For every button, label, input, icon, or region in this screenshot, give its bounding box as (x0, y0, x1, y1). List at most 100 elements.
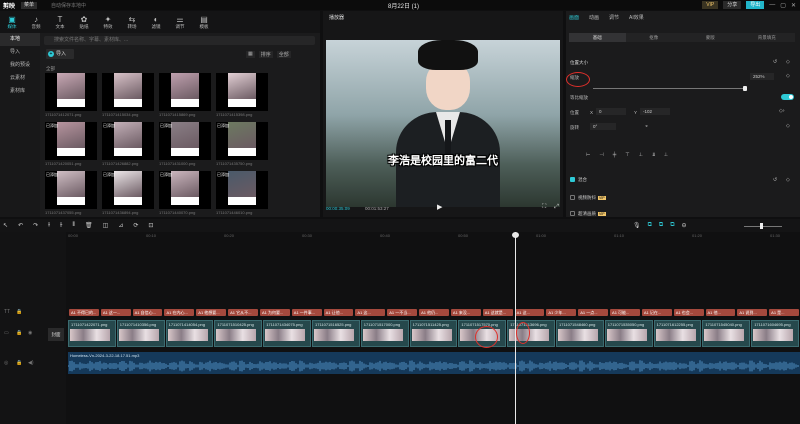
split-icon[interactable]: ⫲ (48, 222, 50, 229)
media-thumbnail[interactable]: 已添加 (216, 171, 268, 209)
redo-icon[interactable]: ↷ (33, 222, 38, 229)
subtab-cutout[interactable]: 抠像 (625, 33, 682, 42)
tool-7[interactable]: ⚌ 调节 (168, 11, 192, 33)
align-hcenter-icon[interactable]: ⊥ (664, 152, 668, 158)
rotate-dial-icon[interactable]: ◒ (645, 123, 648, 129)
scale-value[interactable]: 252% (750, 73, 774, 80)
mix-checkbox[interactable] (570, 177, 575, 183)
export-button[interactable]: 导出 (746, 1, 765, 9)
crop-tool-icon[interactable]: ⊡ (148, 222, 153, 229)
play-icon[interactable]: ▶ (437, 203, 442, 211)
tool-5[interactable]: ⇆ 转场 (120, 11, 144, 33)
media-thumbnail[interactable] (216, 73, 268, 111)
text-clip[interactable]: A1 说到... (737, 309, 768, 316)
vip-badge[interactable]: VIP (702, 1, 719, 9)
subtab-basic[interactable]: 基础 (569, 33, 626, 42)
tab-adjust[interactable]: 调节 (609, 11, 619, 25)
filter-button[interactable]: 全部 (276, 51, 291, 58)
superres-section[interactable]: 超清画质 VIP (570, 211, 606, 217)
text-clip[interactable]: A1 来没... (450, 309, 481, 316)
text-clip[interactable]: A1 这一... (100, 309, 131, 316)
mix-reset-icon[interactable]: ↺ (773, 177, 777, 183)
media-thumbnail[interactable]: 已添加 (216, 122, 268, 160)
superres-checkbox[interactable] (570, 211, 575, 217)
position-arrows-icon[interactable]: ◇› (779, 108, 785, 114)
scale-slider-handle[interactable] (743, 86, 747, 91)
sidebar-item[interactable]: 本地 (0, 33, 40, 46)
delete-icon[interactable]: 🗑 (85, 222, 93, 229)
freeze-icon[interactable]: ◫ (103, 222, 109, 229)
split-left-icon[interactable]: ⫳ (60, 222, 62, 229)
tool-3[interactable]: ✿ 贴纸 (72, 11, 96, 33)
align-center-icon[interactable]: ⊣ (599, 152, 603, 158)
tool-8[interactable]: ▤ 模板 (192, 11, 216, 33)
text-clip[interactable]: A1 在内心... (164, 309, 195, 316)
mix-keyframe-icon[interactable]: ◇ (786, 177, 790, 183)
sidebar-item[interactable]: 云素材 (0, 72, 40, 85)
scale-keyframe-icon[interactable]: ◇ (786, 73, 790, 79)
media-thumbnail[interactable]: 已添加 (45, 171, 97, 209)
tool-4[interactable]: ✦ 特效 (96, 11, 120, 33)
cover-button[interactable]: 封面 (48, 328, 64, 341)
link-track-icon[interactable]: ⧉ (659, 222, 663, 229)
text-clip[interactable]: A1 是... (769, 309, 799, 316)
link-main-icon[interactable]: ⧉ (648, 222, 652, 229)
text-clip[interactable]: A1 也会... (673, 309, 704, 316)
tab-animation[interactable]: 动画 (589, 11, 599, 25)
text-clip[interactable]: A1 可能... (610, 309, 640, 316)
video-clip[interactable]: 1711071410356.png (116, 320, 165, 347)
video-clip[interactable]: 1711071612255.png (653, 320, 702, 347)
text-clip[interactable]: A1 一不当... (387, 309, 418, 316)
lock-icon[interactable]: 🔒 (16, 360, 22, 366)
text-clip[interactable]: A1 少年... (546, 309, 577, 316)
rotation-keyframe-icon[interactable]: ◇ (786, 123, 790, 129)
media-thumbnail[interactable] (102, 73, 154, 111)
rotate-icon[interactable]: ⟳ (133, 222, 138, 229)
media-thumbnail[interactable]: 已添加 (45, 122, 97, 160)
align-top-icon[interactable]: ⊤ (625, 152, 629, 158)
video-clip[interactable]: 1711071511425.png (409, 320, 458, 347)
video-clip[interactable]: 1711071548460.png (556, 320, 604, 347)
align-middle-icon[interactable]: ⊥ (639, 152, 643, 158)
speaker-icon[interactable]: ◀) (28, 360, 34, 366)
tab-ai-effects[interactable]: AI效果 (629, 11, 644, 25)
grid-view-icon[interactable]: ▦ (246, 51, 255, 58)
microphone-icon[interactable]: 🎙 (633, 222, 641, 229)
preview-axis-icon[interactable]: ⧉ (670, 222, 674, 229)
fullscreen-icon[interactable]: ⤢ (554, 204, 559, 211)
video-clip[interactable]: 1711071422071.png (68, 320, 116, 347)
audio-clip[interactable]: Homeless-Vn-2024-3-22-18.17.51.mp3 (68, 352, 800, 374)
reset-icon[interactable]: ↺ (773, 59, 777, 65)
text-clip[interactable]: A1 他想要... (196, 309, 227, 316)
position-x-input[interactable]: 0 (596, 108, 626, 115)
text-clip[interactable]: A1 让他... (323, 309, 354, 316)
search-input[interactable]: 搜索文件名称、字幕、素材库、... (44, 36, 315, 45)
text-clip[interactable]: A1 这... (514, 309, 545, 316)
tool-1[interactable]: ♪ 音频 (24, 11, 48, 33)
stabilize-checkbox[interactable] (570, 195, 575, 201)
text-clip[interactable]: A1 一点... (578, 309, 609, 316)
text-clip[interactable]: A1 记在... (641, 309, 672, 316)
maximize-icon[interactable]: ▢ (780, 2, 786, 9)
sort-button[interactable]: 排序 (258, 51, 273, 58)
crop-icon[interactable]: ⛶ (542, 204, 546, 211)
media-thumbnail[interactable]: 已添加 (102, 171, 154, 209)
media-thumbnail[interactable] (45, 73, 97, 111)
video-clip[interactable]: 1711071517000.png (360, 320, 409, 347)
scale-slider[interactable] (593, 88, 745, 89)
video-preview[interactable]: 李浩是校园里的富二代 (326, 40, 560, 207)
video-clip[interactable]: 1711071510425.png (214, 320, 263, 347)
video-clip[interactable]: 1711071434075.png (263, 320, 311, 347)
align-left-icon[interactable]: ⊢ (586, 152, 590, 158)
visible-icon[interactable]: ◉ (28, 330, 32, 336)
text-clip[interactable]: A1 为何要... (259, 309, 290, 316)
tool-2[interactable]: T 文本 (48, 11, 72, 33)
position-y-input[interactable]: -102 (640, 108, 670, 115)
menu-button[interactable]: 菜单 (21, 1, 38, 9)
text-clip[interactable]: A1 他仍... (419, 309, 449, 316)
split-right-icon[interactable]: ⫴ (73, 222, 76, 229)
select-tool-icon[interactable]: ↖ (3, 222, 8, 229)
text-clip[interactable]: A1 它从不... (228, 309, 258, 316)
align-right-icon[interactable]: ╪ (613, 152, 617, 158)
sidebar-item[interactable]: 我的预设 (0, 59, 40, 72)
